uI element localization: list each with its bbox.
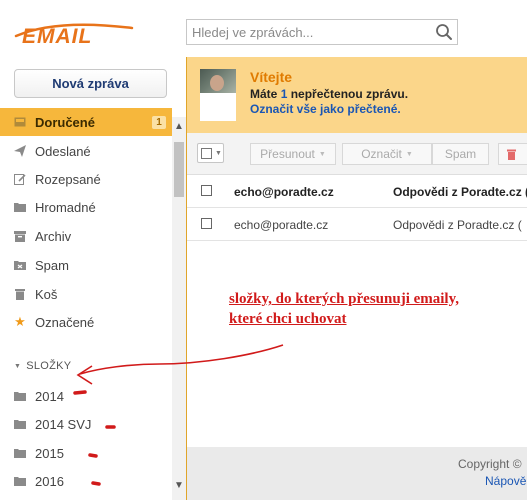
trash-icon — [14, 288, 26, 300]
folder-item-2014[interactable]: 2014 — [0, 382, 172, 410]
sidebar-item-label: Archiv — [35, 228, 72, 244]
sidebar-item-archive[interactable]: Archiv — [0, 222, 172, 250]
svg-text:EMAIL: EMAIL — [22, 25, 92, 48]
mark-button[interactable]: Označit ▼ — [342, 143, 432, 165]
message-subject: Odpovědi z Poradte.cz ( — [393, 218, 522, 232]
folder-icon — [14, 418, 26, 430]
search-input[interactable] — [187, 20, 427, 44]
message-panel: Vítejte Máte 1 nepřečtenou zprávu. Označ… — [186, 57, 527, 500]
sidebar-item-inbox[interactable]: Doručené 1 — [0, 108, 172, 136]
sidebar-item-label: Označené — [35, 314, 95, 330]
collapse-icon: ▼ — [14, 363, 22, 370]
select-all-dropdown[interactable]: ▼ — [197, 143, 224, 163]
annotation-note: složky, do kterých přesunuji emaily, kte… — [229, 291, 460, 327]
delete-button[interactable] — [498, 143, 527, 165]
sidebar-item-sent[interactable]: Odeslané — [0, 137, 172, 165]
message-sender: echo@poradte.cz — [234, 185, 334, 199]
archive-icon — [14, 230, 26, 242]
spam-icon — [14, 259, 26, 271]
spam-button[interactable]: Spam — [432, 143, 489, 165]
avatar-face — [210, 75, 224, 91]
sidebar-item-flagged[interactable]: ★ Označené — [0, 308, 172, 336]
folders-heading[interactable]: ▼ SLOŽKY — [14, 360, 71, 372]
folder-label: 2015 — [35, 445, 64, 461]
sidebar-item-bulk[interactable]: Hromadné — [0, 193, 172, 221]
welcome-banner: Vítejte Máte 1 nepřečtenou zprávu. Označ… — [187, 57, 527, 133]
table-row[interactable]: echo@poradte.cz Odpovědi z Poradte.cz ( — [187, 175, 527, 208]
folder-icon — [14, 447, 26, 459]
chevron-down-icon: ▼ — [318, 150, 326, 158]
draft-icon — [14, 173, 26, 185]
scroll-up-icon[interactable]: ▲ — [172, 121, 186, 135]
folder-item-2015[interactable]: 2015 — [0, 439, 172, 467]
folder-icon — [14, 201, 26, 213]
chevron-down-icon: ▼ — [215, 149, 222, 157]
folder-label: 2016 — [35, 473, 64, 489]
message-subject: Odpovědi z Poradte.cz ( — [393, 185, 527, 199]
sidebar-item-drafts[interactable]: Rozepsané — [0, 165, 172, 193]
row-checkbox[interactable] — [201, 185, 212, 196]
chevron-down-icon: ▼ — [405, 150, 413, 158]
sidebar: Doručené 1 Odeslané Rozepsané Hromadné A… — [0, 108, 172, 500]
sidebar-item-label: Doručené — [35, 114, 95, 130]
folder-label: 2014 — [35, 388, 64, 404]
folder-icon — [14, 390, 26, 402]
sidebar-item-spam[interactable]: Spam — [0, 251, 172, 279]
folder-icon — [14, 475, 26, 487]
sidebar-item-label: Spam — [35, 257, 69, 273]
footer: Copyright © Nápově — [187, 447, 527, 500]
scroll-down-icon[interactable]: ▼ — [172, 480, 186, 494]
folder-item-2016[interactable]: 2016 — [0, 467, 172, 495]
select-all-checkbox[interactable] — [201, 147, 212, 159]
search-icon[interactable] — [435, 23, 453, 41]
folder-label: 2014 SVJ — [35, 416, 92, 432]
unread-count-badge: 1 — [152, 116, 166, 129]
send-icon — [14, 145, 26, 157]
sidebar-scrollbar[interactable]: ▲ ▼ — [172, 117, 186, 500]
move-button[interactable]: Přesunout ▼ — [250, 143, 336, 165]
sidebar-item-label: Odeslané — [35, 143, 91, 159]
search-box — [186, 19, 458, 45]
table-row[interactable]: echo@poradte.cz Odpovědi z Poradte.cz ( — [187, 208, 527, 241]
sidebar-item-label: Hromadné — [35, 199, 96, 215]
unread-info: Máte 1 nepřečtenou zprávu. — [250, 87, 409, 101]
sidebar-item-trash[interactable]: Koš — [0, 280, 172, 308]
trash-icon — [507, 149, 516, 160]
folder-item-2014-svj[interactable]: 2014 SVJ — [0, 410, 172, 438]
copyright-text: Copyright © — [458, 457, 522, 471]
welcome-title: Vítejte — [250, 69, 293, 85]
mark-all-read-link[interactable]: Označit vše jako přečtené. — [250, 102, 401, 116]
email-logo[interactable]: EMAIL — [14, 18, 134, 48]
inbox-icon — [14, 116, 26, 128]
message-toolbar: ▼ Přesunout ▼ Označit ▼ Spam — [187, 133, 527, 175]
row-checkbox[interactable] — [201, 218, 212, 229]
scroll-thumb[interactable] — [174, 142, 184, 197]
star-icon: ★ — [14, 314, 26, 329]
sidebar-item-label: Koš — [35, 286, 58, 302]
sidebar-item-label: Rozepsané — [35, 171, 101, 187]
new-message-button[interactable]: Nová zpráva — [14, 69, 167, 98]
message-sender: echo@poradte.cz — [234, 218, 329, 232]
avatar — [200, 69, 236, 121]
help-link[interactable]: Nápově — [485, 474, 526, 488]
